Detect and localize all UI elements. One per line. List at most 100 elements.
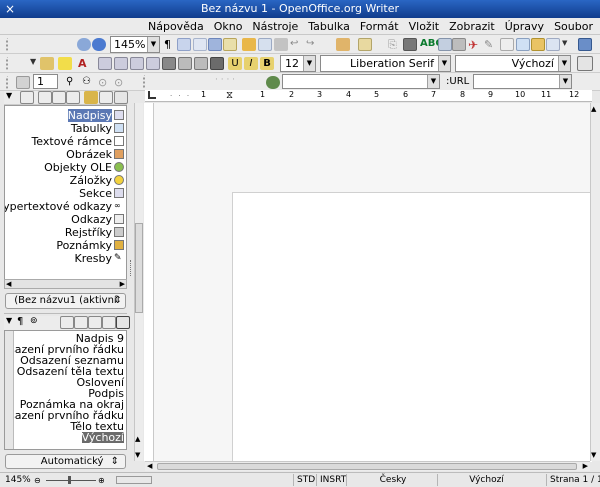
menu-table[interactable]: Tabulka [307,20,351,33]
chevron-down-icon[interactable]: ▼ [559,75,571,88]
underline-icon[interactable]: U [228,57,242,70]
align-left-icon[interactable] [210,57,224,70]
scroll-thumb[interactable] [157,463,577,470]
char-color-icon[interactable]: A [78,57,92,70]
highlight-icon[interactable] [58,57,72,70]
menu-help[interactable]: Nápověda [147,20,205,33]
toolbar-handle[interactable] [6,38,14,51]
bullets-icon[interactable] [130,57,144,70]
chevron-left-icon[interactable]: ◀ [6,280,11,288]
slider-thumb[interactable] [68,476,71,484]
chevron-down-icon[interactable]: ▼ [558,56,570,71]
table-icon[interactable] [177,38,191,51]
toggle-icon[interactable] [99,91,113,104]
draw-icon[interactable] [223,38,237,51]
globe-icon[interactable] [266,76,280,89]
menu-format[interactable]: Formát [359,20,400,33]
hyperlink-toolbar-handle[interactable]: · · · · [143,75,268,89]
page-styles-icon[interactable] [74,316,88,329]
document-vscrollbar[interactable]: ▲ ▼ [590,103,600,461]
chevron-up-icon[interactable]: ▲ [135,435,140,443]
navigator-item-indexes[interactable]: Rejstříky [65,226,112,239]
open-icon[interactable] [531,38,545,51]
chevron-down-icon[interactable]: ▼ [562,39,572,52]
promote-icon[interactable] [52,91,66,104]
reminder-icon[interactable] [84,91,98,104]
navigator-item-headings[interactable]: Nadpisy [67,109,112,122]
character-styles-icon[interactable]: ⊚ [30,316,44,329]
undo-icon[interactable]: ↩ [290,38,304,51]
bold-icon[interactable]: B [260,57,274,70]
fill-format-icon[interactable] [102,316,116,329]
styles-formatting-icon[interactable] [577,56,593,71]
paragraph-style-field[interactable]: Výchozí ▼ [455,55,571,72]
toolbar-handle[interactable] [6,76,14,89]
navigator-item-tables[interactable]: Tabulky [71,122,112,135]
indent-increase-icon[interactable] [98,57,112,70]
style-item-selected[interactable]: Výchozí [81,432,124,443]
style-filter-select[interactable]: Automatický ⇕ [5,454,126,469]
styles-list[interactable]: Nadpis 9 Odsazení prvního řádku Odsazení… [4,330,127,450]
chevron-down-icon[interactable]: ▼ [135,451,140,459]
redo-icon[interactable] [274,38,288,51]
chevron-down-icon[interactable]: ▼ [591,451,596,459]
print-preview-icon[interactable] [438,38,452,51]
email-icon[interactable] [500,38,514,51]
tab-stop-icon[interactable] [148,91,156,99]
chevron-down-icon[interactable]: ▼ [438,56,450,71]
next-icon[interactable]: ⊙ [114,76,128,89]
chevron-down-icon[interactable]: ▼ [6,91,20,104]
paragraph-styles-icon[interactable]: ¶ [17,316,31,329]
menu-tools[interactable]: Nástroje [251,20,299,33]
panel-vscrollbar[interactable]: ▲ ▼ [134,103,143,461]
toolbar-handle[interactable] [6,57,14,70]
minus-icon[interactable]: ⊖ [34,476,41,485]
italic-icon[interactable]: I [244,57,258,70]
numbering-icon[interactable] [146,57,160,70]
new-icon[interactable] [578,38,592,51]
drag-mode-icon[interactable]: ⚲ [66,76,80,89]
status-language[interactable]: Česky [346,474,436,486]
menu-window[interactable]: Okno [213,20,244,33]
close-icon[interactable]: × [5,0,15,18]
content-view-icon[interactable]: ⚇ [82,76,96,89]
chevron-down-icon[interactable]: ▼ [303,56,315,71]
list-box-icon[interactable] [20,91,34,104]
frame-styles-icon[interactable] [60,316,74,329]
status-zoom[interactable]: 145% [2,474,31,486]
zoom-slider[interactable]: ⊖ ⊕ [34,476,106,485]
gallery-icon[interactable] [208,38,222,51]
edit-file-icon[interactable]: ✎ [484,38,498,51]
navigator-item-sections[interactable]: Sekce [79,187,112,200]
paste-icon[interactable] [358,38,372,51]
new-style-icon[interactable] [116,316,130,329]
panel-splitter[interactable] [130,260,133,276]
paintbrush-icon[interactable] [336,38,350,51]
pilcrow-icon[interactable]: ¶ [164,38,174,51]
previous-icon[interactable]: ⊙ [98,76,112,89]
horizontal-ruler[interactable]: · · · 1 ⧖ 1 2 3 4 5 6 7 8 9 10 11 12 [145,90,592,102]
navigator-item-images[interactable]: Obrázek [66,148,112,161]
navigator-item-bookmarks[interactable]: Záložky [70,174,112,187]
new-document-icon[interactable] [546,38,560,51]
print-icon[interactable] [452,38,466,51]
font-name-field[interactable]: Liberation Serif ▼ [320,55,451,72]
justify-icon[interactable] [162,57,176,70]
indent-decrease-icon[interactable] [114,57,128,70]
document-select[interactable]: (Bez názvu1 (aktivní ⇕ [5,293,126,309]
font-size-field[interactable]: 12 ▼ [280,55,316,72]
navigator-item-drawings[interactable]: Kresby [75,252,113,265]
zoom-field[interactable]: 145% ▼ [110,36,160,53]
indent-marker-icon[interactable]: ⧖ [226,90,233,101]
navigator-item-ole[interactable]: Objekty OLE [44,161,112,174]
navigator-item-frames[interactable]: Textové rámce [31,135,112,148]
menu-insert[interactable]: Vložit [408,20,440,33]
menu-file[interactable]: Soubor [553,20,594,33]
url-field[interactable]: ▼ [473,74,572,89]
navigator-item-comments[interactable]: Poznámky [56,239,112,252]
chevron-up-icon[interactable]: ▲ [591,105,596,113]
navigator-icon[interactable] [193,38,207,51]
status-std[interactable]: STD [293,474,315,486]
spellcheck-icon[interactable] [403,38,417,51]
styles-vscrollbar[interactable] [5,331,14,449]
